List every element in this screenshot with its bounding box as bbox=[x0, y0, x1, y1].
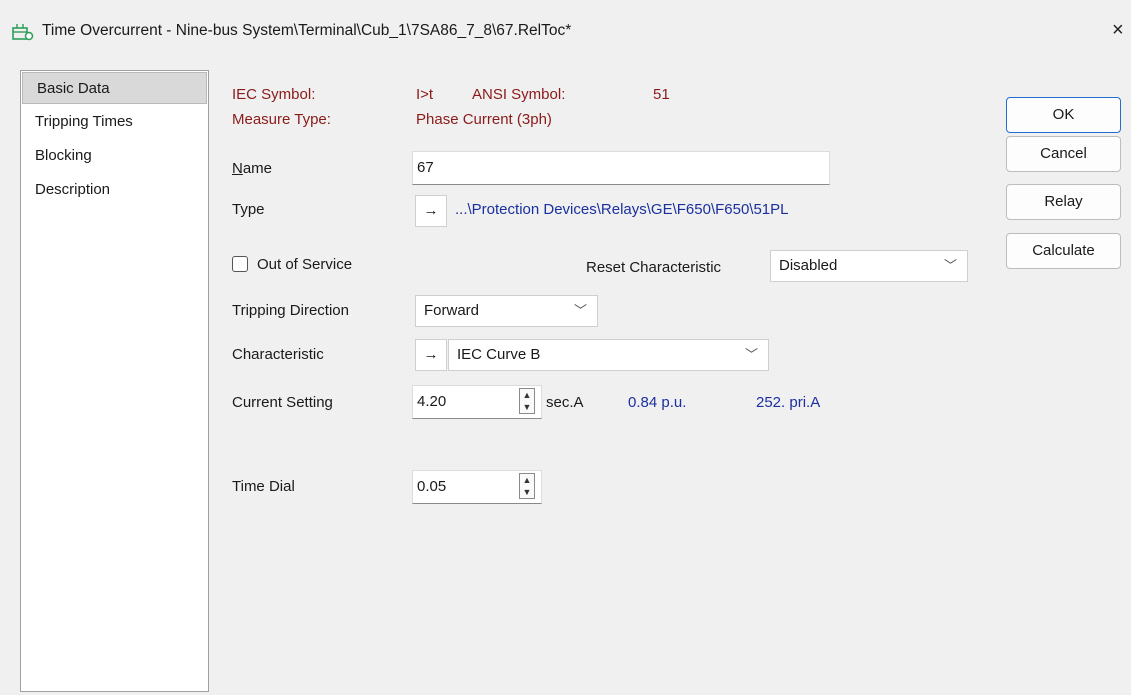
tripping-direction-select[interactable]: Forward ﹀ bbox=[415, 295, 598, 327]
current-setting-spinner[interactable]: ▲ ▼ bbox=[519, 388, 535, 414]
tripping-direction-value: Forward bbox=[424, 302, 480, 319]
reset-characteristic-label: Reset Characteristic bbox=[586, 259, 722, 276]
spin-up-icon[interactable]: ▲ bbox=[520, 389, 534, 401]
nav-item-basic-data[interactable]: Basic Data bbox=[22, 72, 207, 104]
reset-characteristic-select[interactable]: Disabled ﹀ bbox=[770, 250, 968, 282]
current-setting-label: Current Setting bbox=[232, 394, 333, 411]
reset-characteristic-value: Disabled bbox=[779, 257, 838, 274]
time-dial-label: Time Dial bbox=[232, 478, 295, 495]
out-of-service-label: Out of Service bbox=[257, 256, 353, 273]
page-nav: Basic Data Tripping Times Blocking Descr… bbox=[20, 70, 209, 692]
measure-type-label: Measure Type: bbox=[232, 111, 331, 128]
cancel-button[interactable]: Cancel bbox=[1006, 136, 1121, 172]
characteristic-value: IEC Curve B bbox=[457, 346, 541, 363]
ok-button[interactable]: OK bbox=[1006, 97, 1121, 133]
characteristic-label: Characteristic bbox=[232, 346, 324, 363]
name-label: Name bbox=[232, 160, 272, 177]
name-label-rest: ame bbox=[242, 160, 273, 177]
nav-item-description[interactable]: Description bbox=[21, 174, 207, 206]
type-link[interactable]: ...\Protection Devices\Relays\GE\F650\F6… bbox=[455, 201, 789, 218]
ansi-symbol-label: ANSI Symbol: bbox=[472, 86, 566, 103]
window-title: Time Overcurrent - Nine-bus System\Termi… bbox=[42, 22, 572, 39]
type-arrow-button[interactable]: → bbox=[415, 195, 447, 227]
tripping-direction-label: Tripping Direction bbox=[232, 302, 349, 319]
spin-up-icon[interactable]: ▲ bbox=[520, 474, 534, 486]
type-label: Type bbox=[232, 201, 265, 218]
relay-model-icon bbox=[12, 24, 34, 41]
out-of-service-checkbox[interactable] bbox=[232, 256, 248, 272]
chevron-down-icon: ﹀ bbox=[943, 258, 957, 273]
chevron-down-icon: ﹀ bbox=[573, 303, 587, 318]
iec-symbol-label: IEC Symbol: bbox=[232, 86, 316, 103]
current-setting-unit: sec.A bbox=[546, 394, 584, 411]
name-input[interactable]: 67 bbox=[412, 151, 830, 185]
characteristic-select[interactable]: IEC Curve B ﹀ bbox=[448, 339, 769, 371]
calculate-button[interactable]: Calculate bbox=[1006, 233, 1121, 269]
relay-button[interactable]: Relay bbox=[1006, 184, 1121, 220]
time-dial-spinner[interactable]: ▲ ▼ bbox=[519, 473, 535, 499]
spin-down-icon[interactable]: ▼ bbox=[520, 486, 534, 498]
title-bar: Time Overcurrent - Nine-bus System\Termi… bbox=[0, 0, 1131, 56]
name-label-accelerator: N bbox=[232, 160, 243, 177]
ansi-symbol-value: 51 bbox=[653, 86, 670, 103]
current-setting-pu: 0.84 p.u. bbox=[628, 394, 687, 411]
chevron-down-icon: ﹀ bbox=[744, 347, 758, 362]
spin-down-icon[interactable]: ▼ bbox=[520, 401, 534, 413]
characteristic-arrow-button[interactable]: → bbox=[415, 339, 447, 371]
nav-item-tripping-times[interactable]: Tripping Times bbox=[21, 106, 207, 138]
nav-item-blocking[interactable]: Blocking bbox=[21, 140, 207, 172]
close-button[interactable]: × bbox=[1112, 19, 1124, 42]
iec-symbol-value: I>t bbox=[416, 86, 434, 103]
current-setting-pri: 252. pri.A bbox=[756, 394, 821, 411]
measure-type-value: Phase Current (3ph) bbox=[416, 111, 552, 128]
